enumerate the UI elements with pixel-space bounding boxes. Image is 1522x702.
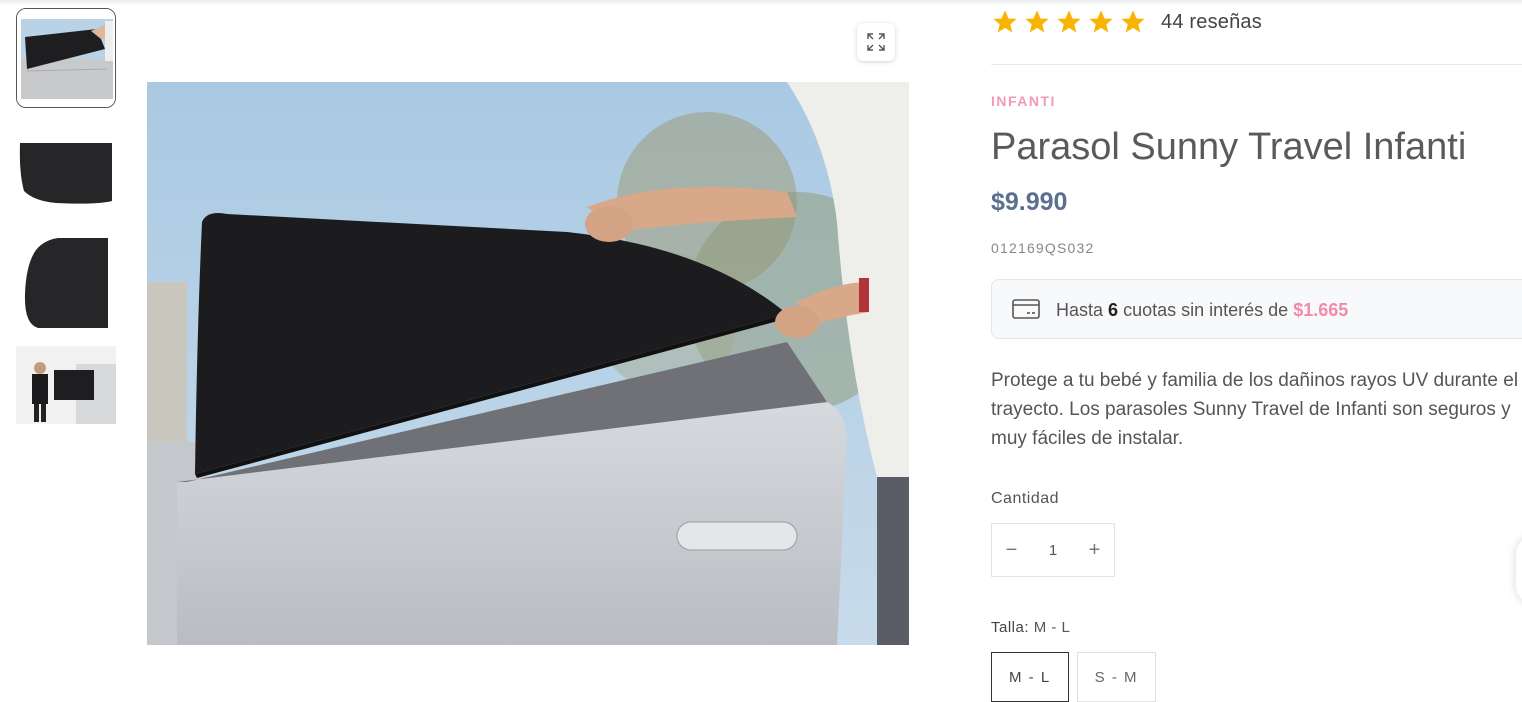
product-info: 44 reseñas INFANTI Parasol Sunny Travel … bbox=[991, 0, 1522, 702]
reviews-count[interactable]: 44 reseñas bbox=[1161, 11, 1262, 34]
expand-image-button[interactable] bbox=[857, 23, 895, 61]
quantity-increase-button[interactable]: + bbox=[1075, 524, 1114, 576]
star-icon bbox=[1121, 10, 1145, 33]
product-sku: 012169QS032 bbox=[991, 240, 1095, 256]
thumbnail-4-image bbox=[16, 346, 116, 424]
star-icon bbox=[993, 10, 1017, 33]
main-product-image[interactable] bbox=[147, 82, 909, 645]
product-price: $9.990 bbox=[991, 188, 1068, 216]
rating[interactable]: 44 reseñas bbox=[991, 8, 1262, 36]
product-description: Protege a tu bebé y familia de los dañin… bbox=[991, 370, 1519, 449]
size-option-m-l[interactable]: M - L bbox=[991, 652, 1069, 702]
vendor-name[interactable]: INFANTI bbox=[991, 93, 1056, 109]
installments-text: Hasta 6 cuotas sin interés de $1.665 bbox=[1056, 300, 1348, 321]
quantity-decrease-button[interactable]: − bbox=[992, 524, 1031, 576]
thumbnail-3-image bbox=[16, 234, 116, 334]
thumbnail-2-image bbox=[16, 133, 116, 213]
quantity-stepper: − + bbox=[991, 523, 1115, 577]
expand-icon bbox=[867, 33, 885, 51]
star-rating bbox=[991, 8, 1147, 36]
divider bbox=[991, 64, 1522, 65]
thumbnail-1[interactable] bbox=[16, 8, 116, 108]
size-option-s-m[interactable]: S - M bbox=[1076, 652, 1157, 702]
thumbnail-2[interactable] bbox=[16, 133, 116, 213]
thumbnail-1-image bbox=[17, 9, 115, 107]
star-icon bbox=[1057, 10, 1081, 33]
credit-card-icon bbox=[1012, 299, 1040, 319]
product-title: Parasol Sunny Travel Infanti bbox=[991, 126, 1467, 168]
size-label-text: Talla: bbox=[991, 619, 1030, 636]
installments-middle: cuotas sin interés de bbox=[1123, 300, 1289, 320]
quantity-input[interactable] bbox=[1031, 540, 1075, 560]
installments-prefix: Hasta bbox=[1056, 300, 1104, 320]
star-icon bbox=[1089, 10, 1113, 33]
installments-banner: Hasta 6 cuotas sin interés de $1.665 bbox=[991, 279, 1522, 339]
size-selected-value: M - L bbox=[1033, 619, 1071, 636]
quantity-label: Cantidad bbox=[991, 490, 1060, 507]
installments-amount: $1.665 bbox=[1293, 300, 1349, 320]
size-options: M - L S - M bbox=[991, 652, 1157, 702]
star-icon bbox=[1025, 10, 1049, 33]
main-image-illustration bbox=[147, 82, 909, 645]
installments-count: 6 bbox=[1108, 300, 1119, 320]
thumbnail-3[interactable] bbox=[16, 234, 116, 334]
thumbnail-4[interactable] bbox=[16, 346, 116, 424]
size-label: Talla: M - L bbox=[991, 619, 1070, 636]
